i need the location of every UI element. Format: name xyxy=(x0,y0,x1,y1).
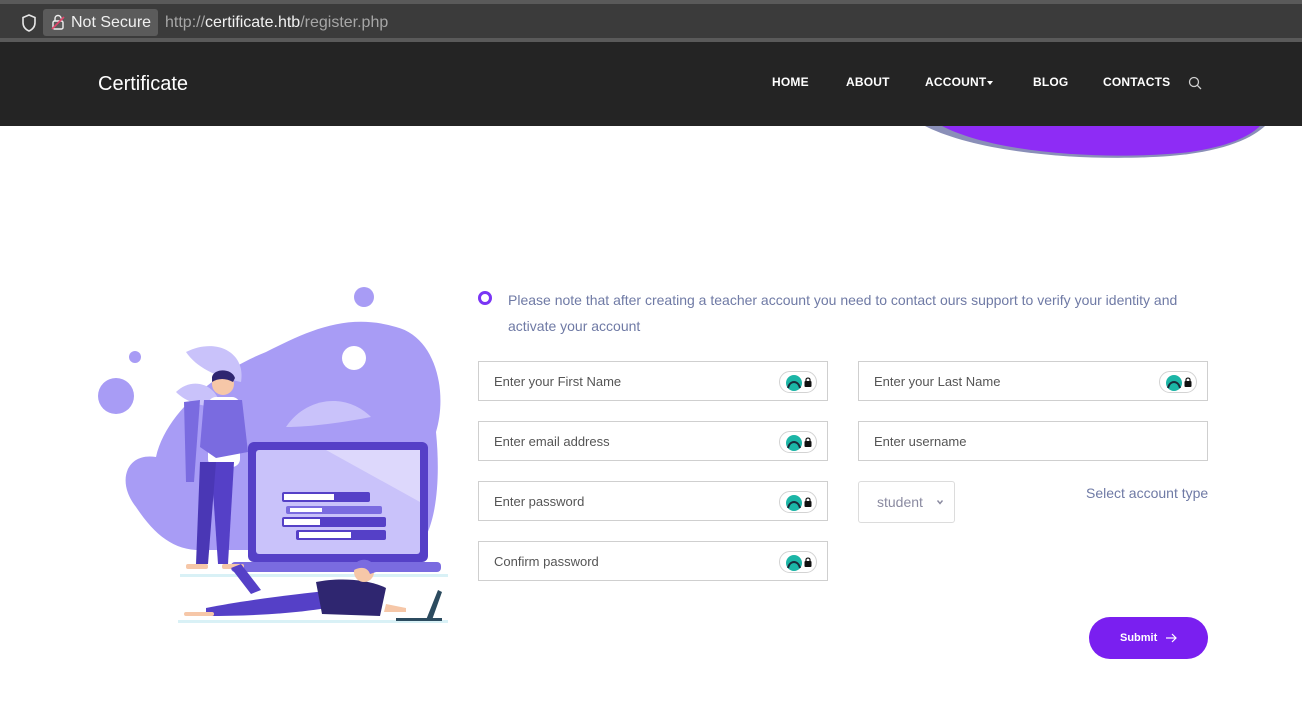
account-type-select[interactable]: student xyxy=(858,481,955,523)
email-field[interactable] xyxy=(478,421,828,461)
account-type-value: student xyxy=(877,494,923,510)
nav-about[interactable]: ABOUT xyxy=(846,75,890,89)
password-manager-icon[interactable] xyxy=(779,551,817,573)
password-manager-icon[interactable] xyxy=(1159,371,1197,393)
security-label: Not Secure xyxy=(71,14,152,31)
first-name-field[interactable] xyxy=(478,361,828,401)
chevron-down-icon xyxy=(936,500,944,505)
shield-icon[interactable] xyxy=(19,13,39,33)
last-name-field[interactable] xyxy=(858,361,1208,401)
account-dropdown-caret-icon[interactable] xyxy=(987,81,993,85)
last-name-input[interactable] xyxy=(859,362,1207,400)
password-field[interactable] xyxy=(478,481,828,521)
search-icon[interactable] xyxy=(1188,76,1202,90)
confirm-password-input[interactable] xyxy=(479,542,827,580)
browser-url-bar: Not Secure http://certificate.htb/regist… xyxy=(0,0,1302,44)
url-scheme: http:// xyxy=(165,14,206,31)
note-radio-icon xyxy=(478,291,492,305)
site-navbar: Certificate HOME ABOUT ACCOUNT BLOG CONT… xyxy=(0,42,1302,126)
account-note: Please note that after creating a teache… xyxy=(508,292,1178,334)
insecure-lock-icon xyxy=(51,14,65,30)
address-field[interactable]: http://certificate.htb/register.php xyxy=(165,13,388,32)
arrow-right-icon xyxy=(1166,633,1177,643)
nav-home[interactable]: HOME xyxy=(772,75,809,89)
password-manager-icon[interactable] xyxy=(779,431,817,453)
url-path: /register.php xyxy=(300,14,389,31)
decorative-blob xyxy=(925,126,1265,158)
register-illustration xyxy=(98,287,448,623)
nav-contacts[interactable]: CONTACTS xyxy=(1103,75,1170,89)
first-name-input[interactable] xyxy=(479,362,827,400)
url-host: certificate.htb xyxy=(205,14,301,31)
nav-account[interactable]: ACCOUNT xyxy=(925,75,986,89)
confirm-password-field[interactable] xyxy=(478,541,828,581)
email-input[interactable] xyxy=(479,422,827,460)
password-input[interactable] xyxy=(479,482,827,520)
password-manager-icon[interactable] xyxy=(779,491,817,513)
password-manager-icon[interactable] xyxy=(779,371,817,393)
submit-label: Submit xyxy=(1120,632,1158,644)
nav-blog[interactable]: BLOG xyxy=(1033,75,1068,89)
username-field[interactable] xyxy=(858,421,1208,461)
security-indicator[interactable]: Not Secure xyxy=(43,9,158,36)
username-input[interactable] xyxy=(859,422,1207,460)
site-brand[interactable]: Certificate xyxy=(98,73,188,95)
account-type-label: Select account type xyxy=(1086,485,1209,501)
submit-button[interactable]: Submit xyxy=(1089,617,1208,659)
